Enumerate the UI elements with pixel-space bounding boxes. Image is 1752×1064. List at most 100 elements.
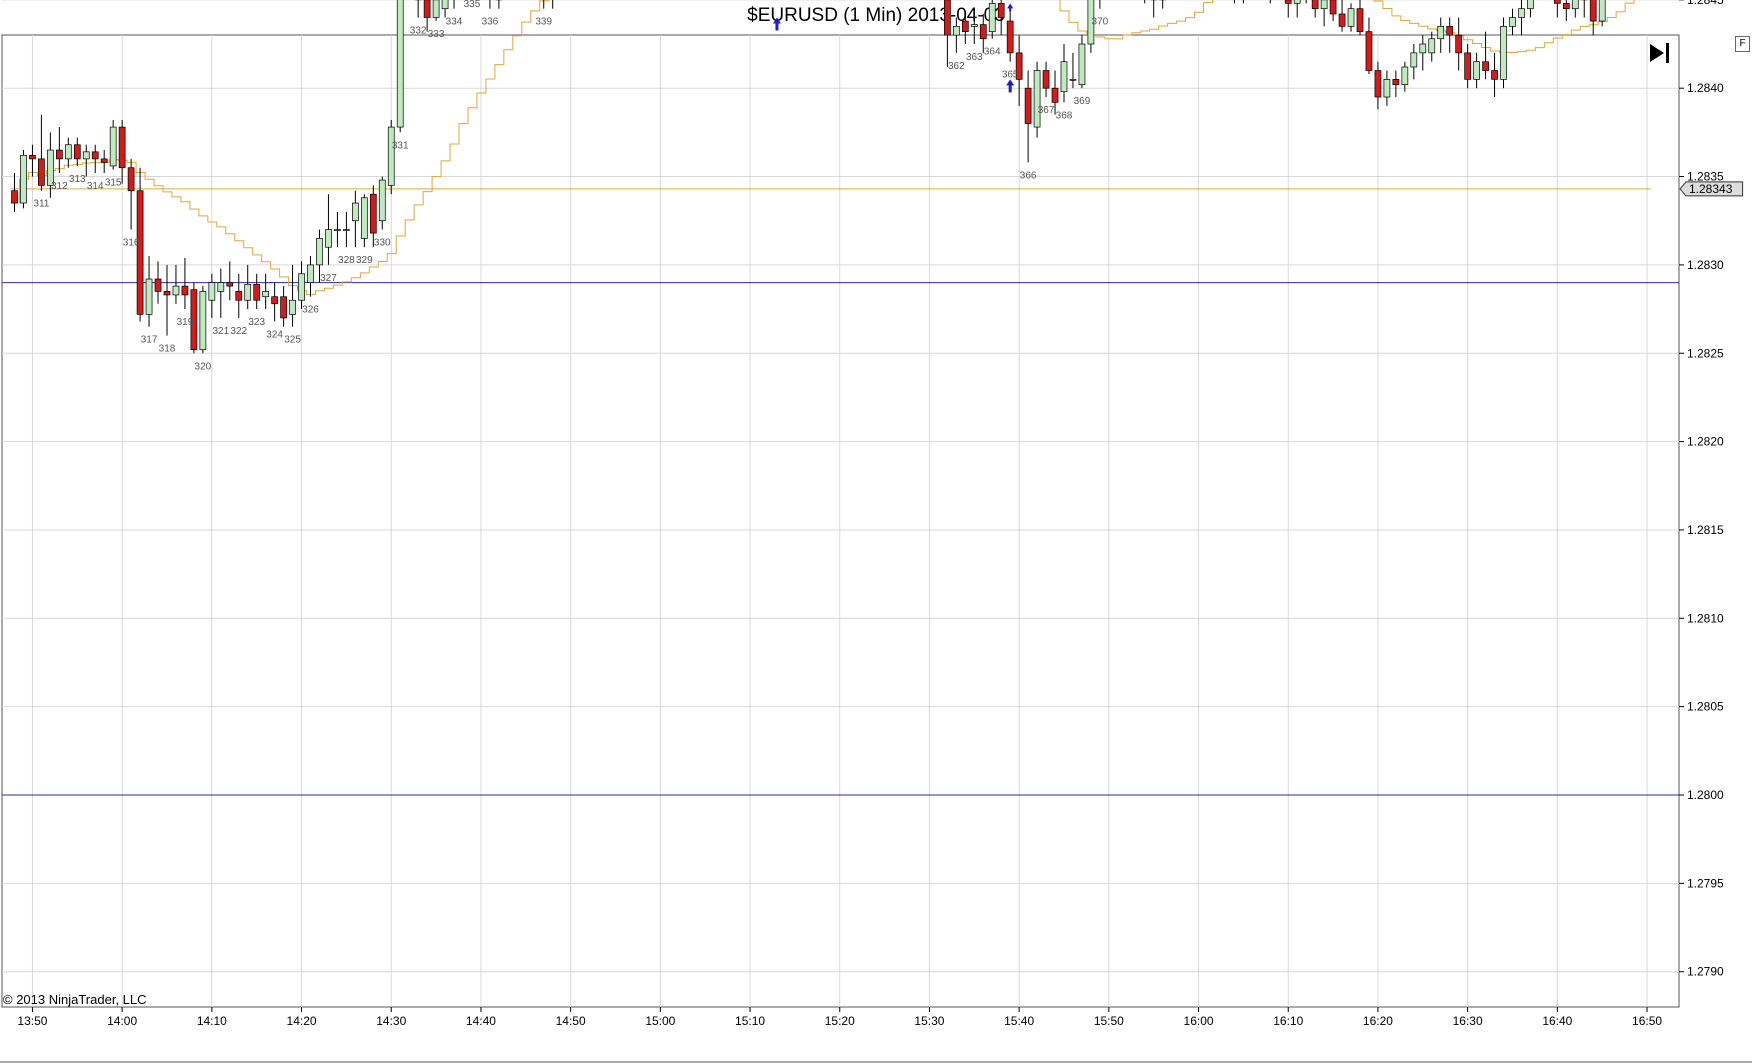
candle[interactable] xyxy=(495,0,503,9)
plot-area[interactable] xyxy=(1,34,1680,1008)
candle-body xyxy=(109,126,117,167)
candle-body xyxy=(970,24,978,27)
price-markers: 1.28521.284561.28343 xyxy=(1679,181,1744,197)
candle-body xyxy=(145,278,153,315)
x-tick-label: 15:30 xyxy=(914,1014,944,1028)
bar-number-label: 319 xyxy=(177,317,194,328)
candle-body xyxy=(1518,8,1525,18)
candle[interactable] xyxy=(1553,0,1561,18)
candle[interactable] xyxy=(1356,0,1364,36)
x-tick-label: 15:20 xyxy=(825,1014,855,1028)
bar-number-label: 368 xyxy=(1056,110,1073,121)
bar-number-label: 317 xyxy=(141,335,158,346)
x-tick-label: 16:10 xyxy=(1273,1014,1303,1028)
candle-body xyxy=(181,285,189,296)
candle[interactable] xyxy=(1320,0,1328,27)
candle[interactable] xyxy=(1142,0,1148,4)
candle-body xyxy=(944,0,951,36)
candle[interactable] xyxy=(1509,8,1516,36)
skip-to-end-icon[interactable] xyxy=(1648,42,1674,64)
candle-body xyxy=(334,229,341,231)
candle[interactable] xyxy=(988,0,996,39)
candle[interactable] xyxy=(109,120,117,170)
candle[interactable] xyxy=(487,0,493,9)
candle[interactable] xyxy=(1231,0,1237,4)
candle[interactable] xyxy=(1347,3,1355,32)
candle-body xyxy=(325,229,332,248)
price-chart[interactable]: 1.2790 1.2795 1.2800 1.2805 1.2810 1.2815 1.28… xyxy=(0,0,1752,1064)
candle[interactable] xyxy=(1500,17,1507,89)
price-marker-label: 1.28343 xyxy=(1689,182,1733,196)
candle[interactable] xyxy=(441,0,449,18)
candle-body xyxy=(100,158,108,163)
x-tick-label: 16:00 xyxy=(1184,1014,1214,1028)
bar-number-label: 312 xyxy=(51,181,68,192)
candle[interactable] xyxy=(396,0,404,133)
candle-body xyxy=(29,154,36,160)
candle[interactable] xyxy=(1150,0,1158,18)
candle[interactable] xyxy=(414,0,422,18)
candle-body xyxy=(952,26,960,36)
candle[interactable] xyxy=(1598,0,1606,27)
candle[interactable] xyxy=(1518,0,1525,36)
candle-body xyxy=(127,167,135,192)
candle-body xyxy=(343,229,350,231)
bar-number-label: 364 xyxy=(984,47,1001,58)
candle-body xyxy=(253,283,261,301)
candle[interactable] xyxy=(1097,0,1103,9)
candle[interactable] xyxy=(1562,0,1570,22)
fit-button[interactable]: F xyxy=(1735,36,1750,52)
candle-body xyxy=(997,3,1005,18)
candle[interactable] xyxy=(199,286,207,354)
candle-body xyxy=(307,264,314,283)
candle[interactable] xyxy=(387,120,395,195)
candle[interactable] xyxy=(1329,0,1337,22)
candle-body xyxy=(172,285,180,296)
candle[interactable] xyxy=(1580,0,1588,18)
candle[interactable] xyxy=(20,150,27,209)
candle[interactable] xyxy=(1338,0,1346,32)
bar-number-label: 367 xyxy=(1038,105,1055,116)
candle[interactable] xyxy=(432,0,440,22)
candle-body xyxy=(423,0,431,18)
candle[interactable] xyxy=(550,0,556,9)
candle-body xyxy=(1500,26,1507,80)
candle[interactable] xyxy=(997,0,1005,36)
candle[interactable] xyxy=(451,0,457,9)
candle[interactable] xyxy=(1365,17,1373,75)
candle-body xyxy=(1374,70,1382,98)
candle-body xyxy=(1042,70,1050,89)
x-tick-label: 14:10 xyxy=(197,1014,227,1028)
candle[interactable] xyxy=(1527,0,1534,18)
candle[interactable] xyxy=(1311,0,1319,18)
candle[interactable] xyxy=(1293,0,1301,18)
candle[interactable] xyxy=(1159,0,1167,9)
candle-body xyxy=(432,0,440,18)
y-tick-label: 1.2805 xyxy=(1687,700,1724,714)
candle-body xyxy=(244,283,252,301)
candle-body xyxy=(1293,0,1301,4)
candle-body xyxy=(11,190,18,204)
bar-number-label: 335 xyxy=(464,0,481,10)
candle[interactable] xyxy=(1571,0,1579,18)
bar-number-label: 327 xyxy=(320,273,337,284)
bar-number-label: 330 xyxy=(374,238,391,249)
bar-number-label: 337 xyxy=(500,0,517,1)
candle[interactable] xyxy=(1284,0,1292,18)
candle[interactable] xyxy=(1240,0,1246,4)
candle-body xyxy=(91,151,99,160)
candle-body xyxy=(1598,0,1606,22)
bar-number-label: 329 xyxy=(356,255,373,266)
candle[interactable] xyxy=(1303,0,1309,4)
candle[interactable] xyxy=(1033,61,1041,138)
candle[interactable] xyxy=(1267,0,1273,4)
candle-body xyxy=(1428,38,1436,54)
bar-number-label: 311 xyxy=(33,199,49,210)
bar-number-label: 324 xyxy=(266,329,283,340)
x-tick-label: 14:40 xyxy=(466,1014,496,1028)
candle-body xyxy=(979,24,987,40)
candle-body xyxy=(1383,79,1391,98)
candle[interactable] xyxy=(1589,0,1597,36)
y-tick-label: 1.2845 xyxy=(1687,0,1724,7)
x-tick-label: 14:00 xyxy=(107,1014,137,1028)
